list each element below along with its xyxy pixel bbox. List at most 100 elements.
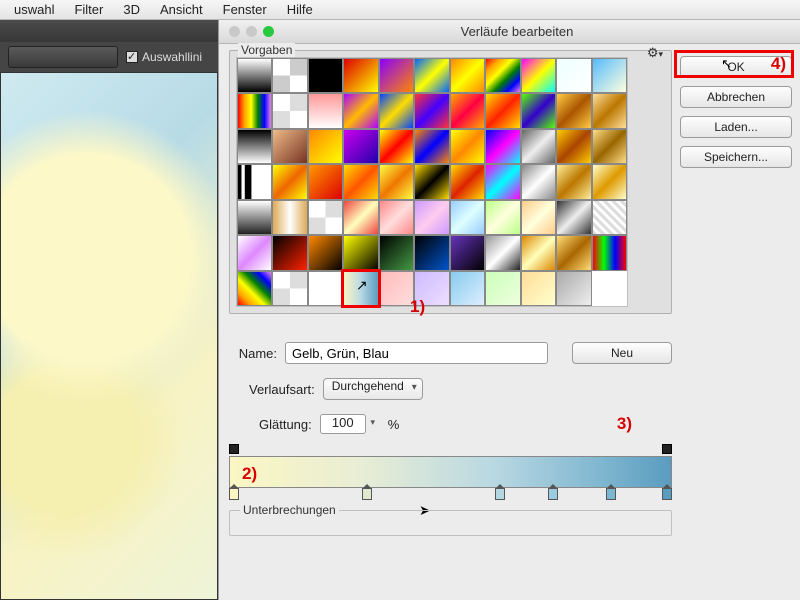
preset-thumb[interactable] — [521, 93, 556, 128]
menu-item[interactable]: Hilfe — [277, 2, 323, 17]
preset-thumb[interactable] — [237, 271, 272, 306]
preset-thumb[interactable] — [556, 93, 591, 128]
preset-thumb[interactable] — [272, 271, 307, 306]
preset-thumb[interactable] — [592, 93, 627, 128]
preset-thumb[interactable] — [343, 271, 378, 306]
preset-thumb[interactable] — [379, 93, 414, 128]
preset-thumb[interactable] — [556, 235, 591, 270]
preset-thumb[interactable] — [485, 58, 520, 93]
opacity-stops-track[interactable] — [229, 444, 672, 456]
cancel-button[interactable]: Abbrechen — [680, 86, 792, 108]
gradient-picker-dropdown[interactable] — [8, 46, 118, 68]
preset-thumb[interactable] — [414, 235, 449, 270]
preset-thumb[interactable] — [272, 129, 307, 164]
load-button[interactable]: Laden... — [680, 116, 792, 138]
preset-thumb[interactable] — [379, 129, 414, 164]
preset-thumb[interactable] — [414, 129, 449, 164]
opacity-stop[interactable] — [662, 444, 672, 454]
preset-thumb[interactable] — [237, 164, 272, 199]
preset-thumb[interactable] — [272, 235, 307, 270]
menu-item[interactable]: uswahl — [4, 2, 64, 17]
preset-thumb[interactable] — [237, 93, 272, 128]
new-button[interactable]: Neu — [572, 342, 672, 364]
selection-checkbox[interactable]: Auswahllini — [126, 50, 202, 64]
preset-thumb[interactable] — [272, 58, 307, 93]
preset-thumb[interactable] — [414, 58, 449, 93]
preset-thumb[interactable] — [450, 235, 485, 270]
menu-item[interactable]: 3D — [113, 2, 150, 17]
minimize-icon[interactable] — [246, 26, 257, 37]
preset-thumb[interactable] — [450, 58, 485, 93]
preset-thumb[interactable] — [556, 129, 591, 164]
document-canvas[interactable] — [0, 72, 218, 600]
preset-thumb[interactable] — [272, 164, 307, 199]
preset-thumb[interactable] — [485, 164, 520, 199]
preset-thumb[interactable] — [414, 93, 449, 128]
gradient-type-select[interactable]: Durchgehend — [323, 378, 423, 400]
preset-thumb[interactable] — [592, 58, 627, 93]
preset-thumb[interactable] — [343, 93, 378, 128]
preset-thumb[interactable] — [521, 200, 556, 235]
preset-thumb[interactable] — [592, 235, 627, 270]
close-icon[interactable] — [229, 26, 240, 37]
preset-thumb[interactable] — [485, 129, 520, 164]
preset-thumb[interactable] — [450, 200, 485, 235]
menu-item[interactable]: Fenster — [213, 2, 277, 17]
preset-thumb[interactable] — [272, 93, 307, 128]
preset-thumb[interactable] — [308, 235, 343, 270]
preset-thumb[interactable] — [556, 164, 591, 199]
preset-thumb[interactable] — [521, 58, 556, 93]
preset-thumb[interactable] — [556, 200, 591, 235]
preset-thumb[interactable] — [450, 164, 485, 199]
preset-thumb[interactable] — [521, 271, 556, 306]
preset-thumb[interactable] — [556, 58, 591, 93]
preset-thumb[interactable] — [485, 271, 520, 306]
menu-item[interactable]: Filter — [64, 2, 113, 17]
preset-thumb[interactable] — [308, 93, 343, 128]
preset-thumb[interactable] — [485, 235, 520, 270]
preset-thumb[interactable] — [272, 200, 307, 235]
zoom-icon[interactable] — [263, 26, 274, 37]
preset-thumb[interactable] — [450, 93, 485, 128]
preset-thumb[interactable] — [379, 235, 414, 270]
preset-thumb[interactable] — [414, 200, 449, 235]
name-field[interactable] — [285, 342, 548, 364]
preset-thumb[interactable] — [485, 93, 520, 128]
preset-thumb[interactable] — [592, 129, 627, 164]
gear-icon[interactable]: ⚙︎▾ — [647, 45, 663, 61]
preset-thumb[interactable] — [379, 58, 414, 93]
preset-thumb[interactable] — [450, 271, 485, 306]
preset-thumb[interactable] — [237, 235, 272, 270]
preset-thumb[interactable] — [237, 200, 272, 235]
preset-thumb[interactable] — [556, 271, 591, 306]
preset-thumb[interactable] — [450, 129, 485, 164]
preset-thumb[interactable] — [521, 235, 556, 270]
preset-thumb[interactable] — [308, 271, 343, 306]
annotation-3: 3) — [617, 414, 632, 434]
color-stops-track[interactable] — [229, 488, 672, 502]
preset-thumb[interactable] — [379, 271, 414, 306]
preset-thumb[interactable] — [308, 129, 343, 164]
save-button[interactable]: Speichern... — [680, 146, 792, 168]
preset-thumb[interactable] — [343, 200, 378, 235]
preset-thumb[interactable] — [343, 235, 378, 270]
preset-thumb[interactable] — [521, 129, 556, 164]
preset-thumb[interactable] — [521, 164, 556, 199]
preset-thumb[interactable] — [308, 164, 343, 199]
preset-thumb[interactable] — [343, 129, 378, 164]
preset-thumb[interactable] — [343, 164, 378, 199]
preset-thumb[interactable] — [592, 200, 627, 235]
preset-thumb[interactable] — [485, 200, 520, 235]
smoothness-stepper[interactable]: 100 — [320, 414, 366, 434]
preset-thumb[interactable] — [343, 58, 378, 93]
preset-thumb[interactable] — [379, 164, 414, 199]
preset-thumb[interactable] — [237, 129, 272, 164]
preset-thumb[interactable] — [237, 58, 272, 93]
menu-item[interactable]: Ansicht — [150, 2, 213, 17]
opacity-stop[interactable] — [229, 444, 239, 454]
preset-thumb[interactable] — [308, 200, 343, 235]
preset-thumb[interactable] — [414, 164, 449, 199]
preset-thumb[interactable] — [308, 58, 343, 93]
preset-thumb[interactable] — [379, 200, 414, 235]
preset-thumb[interactable] — [592, 164, 627, 199]
